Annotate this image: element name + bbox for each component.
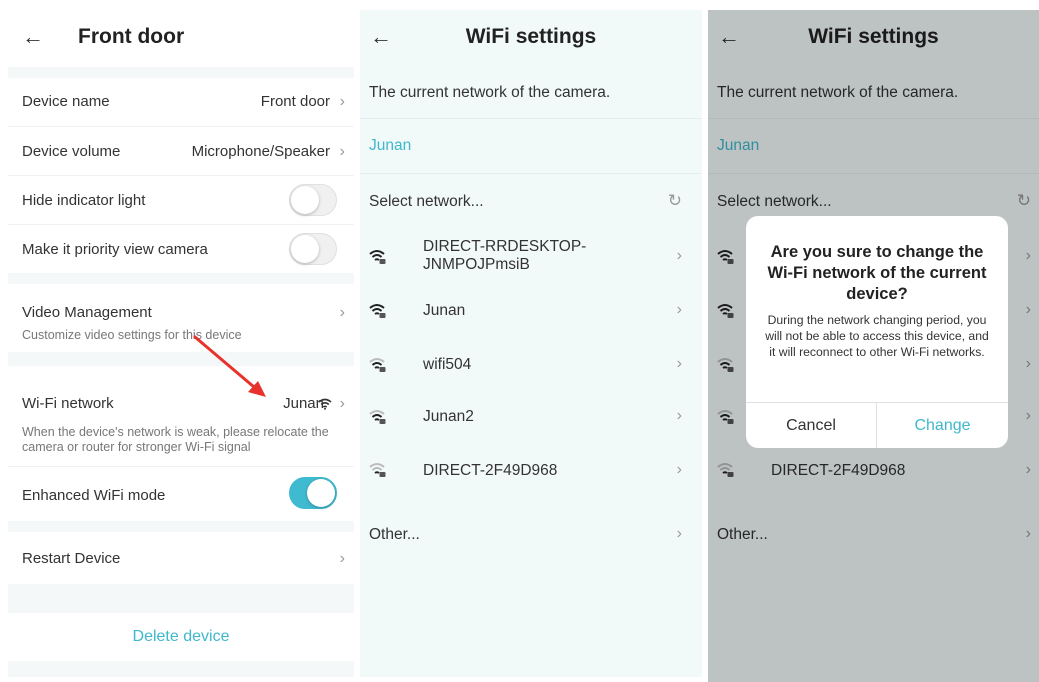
chevron-right-icon: › (676, 407, 682, 424)
device-settings-screen: ← Front door Device name Front door › De… (8, 10, 354, 677)
network-item[interactable]: DIRECT-RRDESKTOP- JNMPOJPmsiB › (360, 228, 702, 284)
other-network-row[interactable]: Other... › (360, 510, 702, 558)
wifi-settings-screen: ← WiFi settings The current network of t… (360, 10, 702, 677)
annotation-arrow (193, 335, 266, 397)
cancel-button[interactable]: Cancel (746, 403, 876, 448)
select-network-row: Select network... ↻ (360, 174, 702, 228)
network-item[interactable]: Junan › (360, 284, 702, 336)
current-network-caption-row: The current network of the camera. (360, 67, 702, 121)
wifi-lock-icon (369, 358, 386, 372)
network-name: wifi504 (423, 356, 472, 373)
change-button[interactable]: Change (877, 403, 1008, 448)
current-network-caption: The current network of the camera. (369, 84, 611, 101)
page-title: WiFi settings (465, 25, 597, 48)
confirm-change-network-dialog: Are you sure to change the Wi-Fi network… (746, 216, 1008, 448)
network-name: Junan (423, 302, 466, 319)
current-network-row: Junan (360, 119, 702, 173)
chevron-right-icon: › (676, 461, 682, 478)
dialog-message: During the network changing period, you … (765, 313, 989, 359)
current-network-name: Junan (369, 137, 412, 154)
network-item[interactable]: Junan2 › (360, 388, 702, 440)
network-name-line2: JNMPOJPmsiB (423, 256, 530, 273)
network-name: Junan2 (423, 408, 474, 425)
network-name: DIRECT-2F49D968 (423, 462, 558, 479)
wifi-lock-icon (369, 410, 386, 424)
chevron-right-icon: › (676, 301, 682, 318)
wifi-lock-icon (369, 250, 386, 264)
wifi-settings-dialog-screen: ← WiFi settings The current network of t… (708, 10, 1039, 682)
chevron-right-icon: › (676, 355, 682, 372)
other-network-label: Other... (369, 526, 420, 543)
network-name-line1: DIRECT-RRDESKTOP- (423, 238, 587, 255)
wifi-lock-icon (369, 304, 386, 318)
refresh-icon[interactable]: ↻ (668, 192, 682, 210)
chevron-right-icon: › (676, 525, 682, 542)
chevron-right-icon: › (676, 247, 682, 264)
network-item[interactable]: wifi504 › (360, 336, 702, 388)
select-network-label: Select network... (369, 193, 484, 210)
dialog-title: Are you sure to change the Wi-Fi network… (767, 243, 987, 303)
wifi-lock-icon (369, 463, 386, 477)
wifi-header: ← WiFi settings (360, 10, 702, 67)
network-item[interactable]: DIRECT-2F49D968 › (360, 440, 702, 494)
